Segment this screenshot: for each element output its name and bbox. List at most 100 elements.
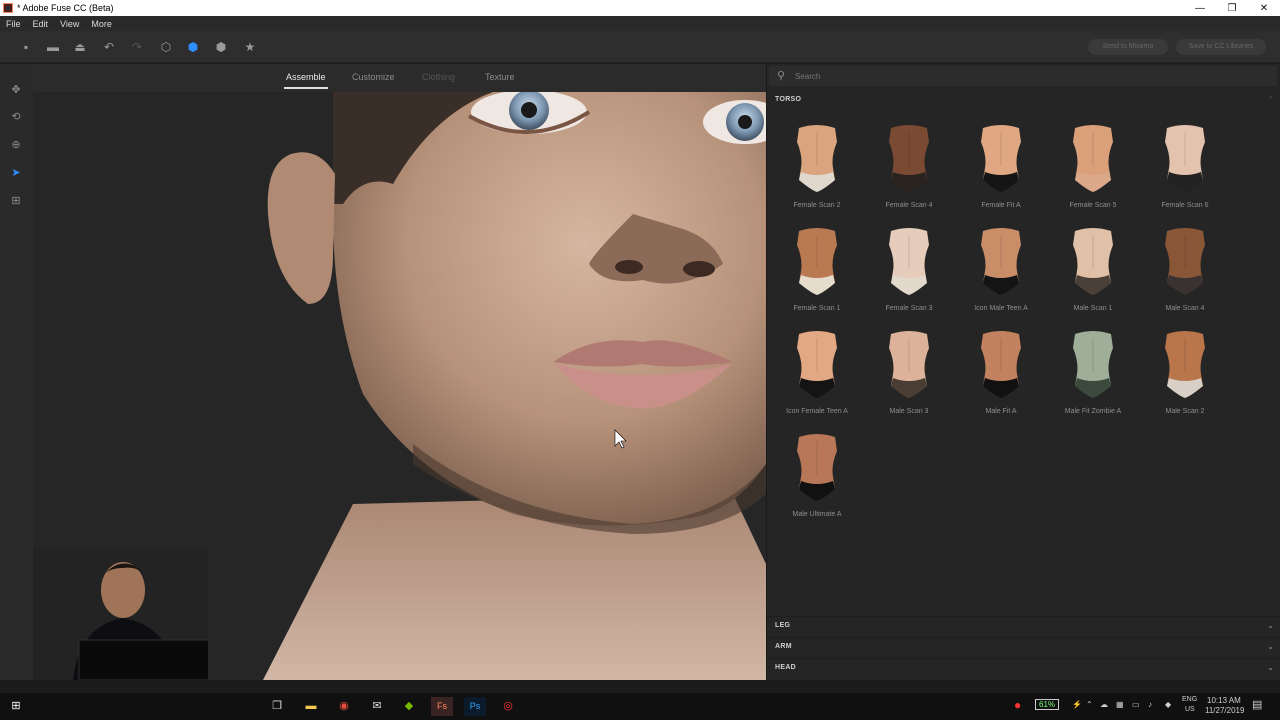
torso-item[interactable]: Male Fit A [955, 328, 1047, 428]
nvidia-icon[interactable]: ◆ [398, 697, 420, 716]
tab-clothing[interactable]: Clothing [422, 72, 455, 82]
tray-chevron-icon[interactable]: ⌃ [1086, 700, 1093, 709]
select-arrow-icon[interactable]: ➤ [9, 166, 23, 180]
rotate-tool-icon[interactable]: ⟲ [9, 110, 23, 124]
move-tool-icon[interactable]: ✥ [9, 83, 23, 97]
torso-item-label: Male Scan 1 [1073, 305, 1113, 312]
maximize-button[interactable]: ❐ [1216, 3, 1248, 14]
redo-icon[interactable]: ↷ [130, 40, 144, 54]
record-app-icon[interactable]: ◎ [497, 697, 519, 716]
favorite-star-icon[interactable]: ★ [243, 40, 257, 54]
torso-item[interactable]: Male Fit Zombie A [1047, 328, 1139, 428]
menu-file[interactable]: File [6, 19, 21, 29]
pose-tool-icon[interactable]: ⊞ [9, 194, 23, 208]
volume-icon[interactable]: ♪ [1148, 700, 1152, 709]
dropbox-icon[interactable]: ◆ [1165, 700, 1171, 709]
torso-item-label: Male Fit A [985, 408, 1017, 415]
search-input[interactable] [795, 69, 1255, 83]
torso-item-label: Male Fit Zombie A [1064, 408, 1122, 415]
torso-item[interactable]: Female Scan 6 [1139, 122, 1231, 222]
recording-indicator-icon[interactable]: ● [1014, 698, 1021, 712]
expand-head-icon[interactable]: ⌄ [1267, 663, 1274, 672]
torso-thumbnail [889, 125, 929, 192]
torso-thumbnail [797, 434, 837, 501]
torso-thumbnail [889, 228, 929, 295]
torso-item[interactable]: Icon Female Teen A [771, 328, 863, 428]
menu-more[interactable]: More [91, 19, 112, 29]
torso-item[interactable]: Male Scan 3 [863, 328, 955, 428]
section-arm[interactable]: ARM [775, 643, 792, 650]
left-toolstrip: ✥ ⟲ ⊕ ➤ ⊞ [0, 64, 33, 680]
notifications-icon[interactable]: ▤ [1252, 698, 1262, 711]
section-leg[interactable]: LEG [775, 622, 790, 629]
webcam-overlay [33, 548, 208, 680]
wireframe-cube-icon[interactable]: ⬡ [159, 40, 173, 54]
display-icon[interactable]: ▭ [1132, 700, 1140, 709]
frame-tool-icon[interactable]: ⊕ [9, 138, 23, 152]
open-folder-icon[interactable]: ▬ [46, 40, 60, 54]
torso-thumbnail [1073, 331, 1113, 398]
torso-item[interactable]: Icon Male Teen A [955, 225, 1047, 325]
torso-thumbnail [1165, 228, 1205, 295]
power-icon[interactable]: ⚡ [1072, 700, 1082, 709]
torso-thumbnail [889, 331, 929, 398]
start-icon[interactable]: ⊞ [5, 697, 27, 716]
torso-item[interactable]: Female Scan 5 [1047, 122, 1139, 222]
tab-customize[interactable]: Customize [352, 72, 395, 82]
torso-item[interactable]: Female Scan 2 [771, 122, 863, 222]
torso-thumbnail [981, 125, 1021, 192]
torso-thumbnail [1165, 125, 1205, 192]
torso-item-label: Female Scan 3 [885, 305, 933, 312]
torso-item[interactable]: Male Scan 2 [1139, 328, 1231, 428]
mode-tabs: Assemble Customize Clothing Texture [33, 64, 766, 92]
taskbar: ⊞ ❐ ▬ ◉ ✉ ◆ Fs Ps ◎ ● 61% ⚡ ⌃ ☁ ▦ ▭ ♪ ◆ … [0, 693, 1280, 720]
language-label[interactable]: ENG [1182, 696, 1197, 703]
expand-leg-icon[interactable]: ⌄ [1267, 621, 1274, 630]
collapse-torso-icon[interactable]: ⌃ [1267, 95, 1274, 104]
tab-texture[interactable]: Texture [485, 72, 515, 82]
file-explorer-icon[interactable]: ▬ [300, 697, 322, 716]
section-torso[interactable]: TORSO [775, 96, 801, 103]
cloud-icon[interactable]: ☁ [1100, 700, 1108, 709]
fuse-app-icon [3, 3, 13, 13]
photoshop-icon[interactable]: Ps [464, 697, 486, 716]
new-icon[interactable]: ▪ [19, 40, 33, 54]
torso-item[interactable]: Female Fit A [955, 122, 1047, 222]
textured-cube-icon[interactable]: ⬢ [214, 40, 228, 54]
network-icon[interactable]: ▦ [1116, 700, 1124, 709]
section-head[interactable]: HEAD [775, 664, 796, 671]
torso-thumbnail [797, 125, 837, 192]
torso-item-label: Male Scan 4 [1165, 305, 1205, 312]
region-label: US [1185, 706, 1195, 713]
menu-view[interactable]: View [60, 19, 79, 29]
torso-item[interactable]: Male Ultimate A [771, 431, 863, 531]
torso-item[interactable]: Female Scan 1 [771, 225, 863, 325]
window-title: * Adobe Fuse CC (Beta) [17, 3, 114, 13]
fuse-taskbar-icon[interactable]: Fs [431, 697, 453, 716]
torso-item-label: Icon Female Teen A [786, 408, 848, 415]
mail-icon[interactable]: ✉ [366, 697, 388, 716]
minimize-button[interactable]: — [1184, 3, 1216, 14]
title-bar: * Adobe Fuse CC (Beta) — ❐ ✕ [0, 0, 1280, 16]
clock-time[interactable]: 10:13 AM [1207, 696, 1241, 705]
torso-item-label: Female Scan 5 [1069, 202, 1117, 209]
torso-item[interactable]: Male Scan 1 [1047, 225, 1139, 325]
torso-item-label: Female Fit A [981, 202, 1021, 209]
menu-edit[interactable]: Edit [33, 19, 49, 29]
torso-item[interactable]: Female Scan 3 [863, 225, 955, 325]
save-to-cc-libraries-button[interactable]: Save to CC Libraries [1176, 39, 1266, 55]
tab-assemble[interactable]: Assemble [284, 72, 328, 89]
close-button[interactable]: ✕ [1248, 3, 1280, 14]
torso-thumbnail [1073, 228, 1113, 295]
task-view-icon[interactable]: ❐ [266, 697, 288, 716]
send-to-mixamo-button[interactable]: Send to Mixamo [1088, 39, 1168, 55]
shaded-cube-icon[interactable]: ⬢ [186, 40, 200, 54]
chrome-icon[interactable]: ◉ [333, 697, 355, 716]
torso-item[interactable]: Female Scan 4 [863, 122, 955, 222]
torso-item-label: Female Scan 4 [885, 202, 933, 209]
battery-indicator[interactable]: 61% [1035, 699, 1060, 710]
expand-arm-icon[interactable]: ⌄ [1267, 642, 1274, 651]
undo-icon[interactable]: ↶ [102, 40, 116, 54]
torso-item[interactable]: Male Scan 4 [1139, 225, 1231, 325]
export-icon[interactable]: ⏏ [73, 40, 87, 54]
